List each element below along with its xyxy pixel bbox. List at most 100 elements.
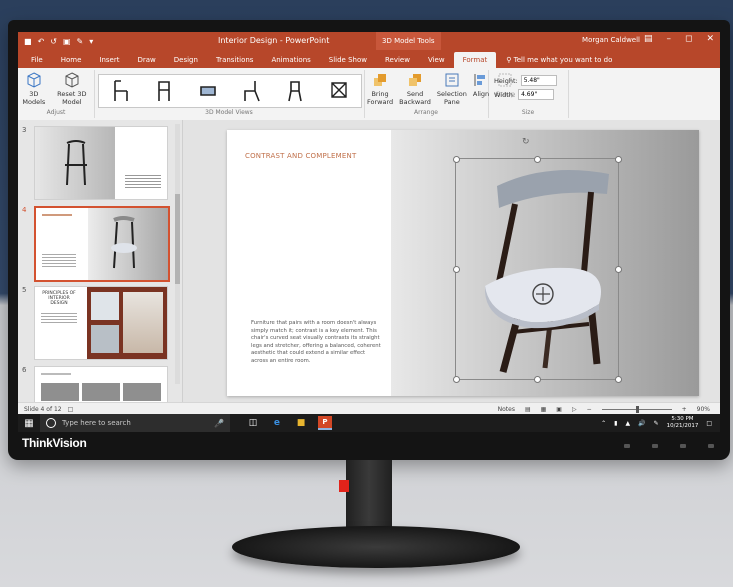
- align-button[interactable]: Align: [473, 72, 489, 106]
- thumbnail-title-line: [42, 214, 72, 216]
- width-input[interactable]: [518, 89, 555, 100]
- windows-start-icon[interactable]: ▦: [18, 418, 40, 429]
- bring-forward-button[interactable]: Bring Forward: [367, 72, 393, 106]
- quick-access-toolbar: ■ ↶ ↺ ▣ ✎ ▾: [18, 37, 93, 46]
- network-icon[interactable]: ▲: [625, 420, 630, 427]
- zoom-slider[interactable]: [601, 405, 672, 413]
- tray-chevron-icon[interactable]: ⌃: [601, 420, 606, 427]
- resize-handle-right[interactable]: [615, 266, 622, 273]
- view-top-icon[interactable]: [197, 79, 219, 103]
- monitor-button[interactable]: [708, 444, 714, 448]
- monitor-button[interactable]: [652, 444, 658, 448]
- action-center-icon[interactable]: □: [706, 420, 712, 427]
- 3d-models-button[interactable]: 3D Models: [21, 72, 47, 106]
- tab-transitions[interactable]: Transitions: [207, 56, 263, 68]
- thumbnails-scroll-thumb[interactable]: [175, 194, 180, 284]
- present-icon[interactable]: ▣: [63, 37, 71, 46]
- volume-icon[interactable]: 🔊: [638, 420, 645, 427]
- monitor-stand-base: [232, 526, 520, 568]
- reset-3d-model-button[interactable]: Reset 3D Model: [53, 72, 91, 106]
- minimize-button[interactable]: –: [666, 34, 671, 44]
- screen: ■ ↶ ↺ ▣ ✎ ▾ Interior Design - PowerPoint…: [18, 32, 720, 432]
- cube-icon: [27, 72, 41, 88]
- touch-mode-icon[interactable]: ✎: [77, 37, 84, 46]
- thumbnail-number: 3: [22, 126, 27, 134]
- 3d-chair-model[interactable]: [459, 164, 615, 374]
- tab-insert[interactable]: Insert: [90, 56, 128, 68]
- save-icon[interactable]: ■: [24, 37, 32, 46]
- tab-slide-show[interactable]: Slide Show: [320, 56, 376, 68]
- file-explorer-icon[interactable]: ■: [294, 417, 308, 429]
- slide-thumbnail-6[interactable]: [34, 366, 168, 402]
- microphone-icon[interactable]: 🎤: [214, 419, 224, 428]
- view-side-icon[interactable]: [241, 79, 263, 103]
- normal-view-icon[interactable]: ▤: [525, 406, 531, 413]
- resize-handle-bottom[interactable]: [534, 376, 541, 383]
- height-row: Height:: [494, 75, 564, 86]
- view-front-icon[interactable]: [110, 79, 132, 103]
- tab-format[interactable]: Format: [453, 52, 497, 68]
- tab-home[interactable]: Home: [52, 56, 91, 68]
- view-angle-icon[interactable]: [284, 79, 306, 103]
- slide-thumbnail-3[interactable]: [34, 126, 168, 200]
- clock-time: 5:30 PM: [671, 416, 694, 422]
- accessibility-icon[interactable]: □: [68, 406, 74, 413]
- bring-forward-label: Bring Forward: [367, 90, 394, 106]
- slide-thumbnail-4[interactable]: [34, 206, 170, 282]
- powerpoint-icon[interactable]: P: [317, 416, 332, 430]
- battery-icon[interactable]: ▮: [614, 420, 617, 427]
- 3d-model-views-group: 3D Model Views: [94, 70, 365, 118]
- zoom-out-icon[interactable]: −: [587, 406, 592, 413]
- reading-view-icon[interactable]: ▣: [556, 406, 562, 413]
- resize-handle-bottom-left[interactable]: [453, 376, 460, 383]
- slide-body-text[interactable]: Furniture that pairs with a room doesn't…: [251, 320, 381, 366]
- slide-thumbnail-5[interactable]: PRINCIPLES OF INTERIOR DESIGN: [34, 286, 168, 360]
- send-backward-icon: [409, 74, 422, 86]
- rotate-handle-icon[interactable]: ↻: [522, 138, 531, 147]
- taskbar-search[interactable]: Type here to search: [40, 414, 230, 432]
- current-slide[interactable]: CONTRAST AND COMPLEMENT Furniture that p…: [227, 130, 699, 396]
- tab-file[interactable]: File: [22, 56, 52, 68]
- clock[interactable]: 5:30 PM 10/21/2017: [667, 416, 699, 430]
- thumbnail-text-lines: [41, 313, 77, 325]
- ribbon-display-icon[interactable]: ▤: [644, 34, 653, 44]
- tab-view[interactable]: View: [419, 56, 454, 68]
- resize-handle-top-left[interactable]: [453, 156, 460, 163]
- tab-review[interactable]: Review: [376, 56, 419, 68]
- maximize-button[interactable]: ◻: [685, 34, 692, 44]
- tell-me-search[interactable]: ⚲ Tell me what you want to do: [506, 56, 612, 68]
- redo-icon[interactable]: ↺: [50, 37, 57, 46]
- height-label: Height:: [494, 76, 518, 85]
- resize-handle-bottom-right[interactable]: [615, 376, 622, 383]
- resize-handle-top[interactable]: [534, 156, 541, 163]
- undo-icon[interactable]: ↶: [38, 37, 45, 46]
- view-above-icon[interactable]: [328, 79, 350, 103]
- tab-draw[interactable]: Draw: [128, 56, 164, 68]
- customize-qat-icon[interactable]: ▾: [89, 37, 93, 46]
- tab-design[interactable]: Design: [165, 56, 207, 68]
- 3d-model-views-gallery: [98, 74, 362, 108]
- height-input[interactable]: [520, 75, 557, 86]
- zoom-level[interactable]: 90%: [697, 406, 710, 413]
- close-button[interactable]: ✕: [706, 34, 714, 44]
- zoom-in-icon[interactable]: +: [682, 406, 687, 413]
- slideshow-view-icon[interactable]: ▷: [572, 406, 577, 413]
- selection-pane-button[interactable]: Selection Pane: [437, 72, 467, 106]
- edge-icon[interactable]: e: [270, 417, 284, 429]
- title-bar: ■ ↶ ↺ ▣ ✎ ▾ Interior Design - PowerPoint…: [18, 32, 720, 50]
- monitor-button[interactable]: [624, 444, 630, 448]
- task-view-icon[interactable]: ◫: [246, 417, 260, 429]
- pen-icon[interactable]: ✎: [654, 420, 659, 427]
- user-name[interactable]: Morgan Caldwell: [582, 36, 640, 44]
- slide-sorter-icon[interactable]: ▦: [541, 406, 547, 413]
- view-back-icon[interactable]: [153, 79, 175, 103]
- send-backward-button[interactable]: Send Backward: [399, 72, 431, 106]
- thumbnail-title-line: [41, 373, 71, 375]
- notes-button[interactable]: Notes: [498, 406, 515, 413]
- tab-animations[interactable]: Animations: [262, 56, 319, 68]
- thumbnails-scrollbar[interactable]: [175, 124, 180, 384]
- resize-handle-top-right[interactable]: [615, 156, 622, 163]
- monitor-button[interactable]: [680, 444, 686, 448]
- arrange-group: Bring Forward Send Backward Selection Pa…: [364, 70, 515, 118]
- slide-title[interactable]: CONTRAST AND COMPLEMENT: [245, 152, 356, 160]
